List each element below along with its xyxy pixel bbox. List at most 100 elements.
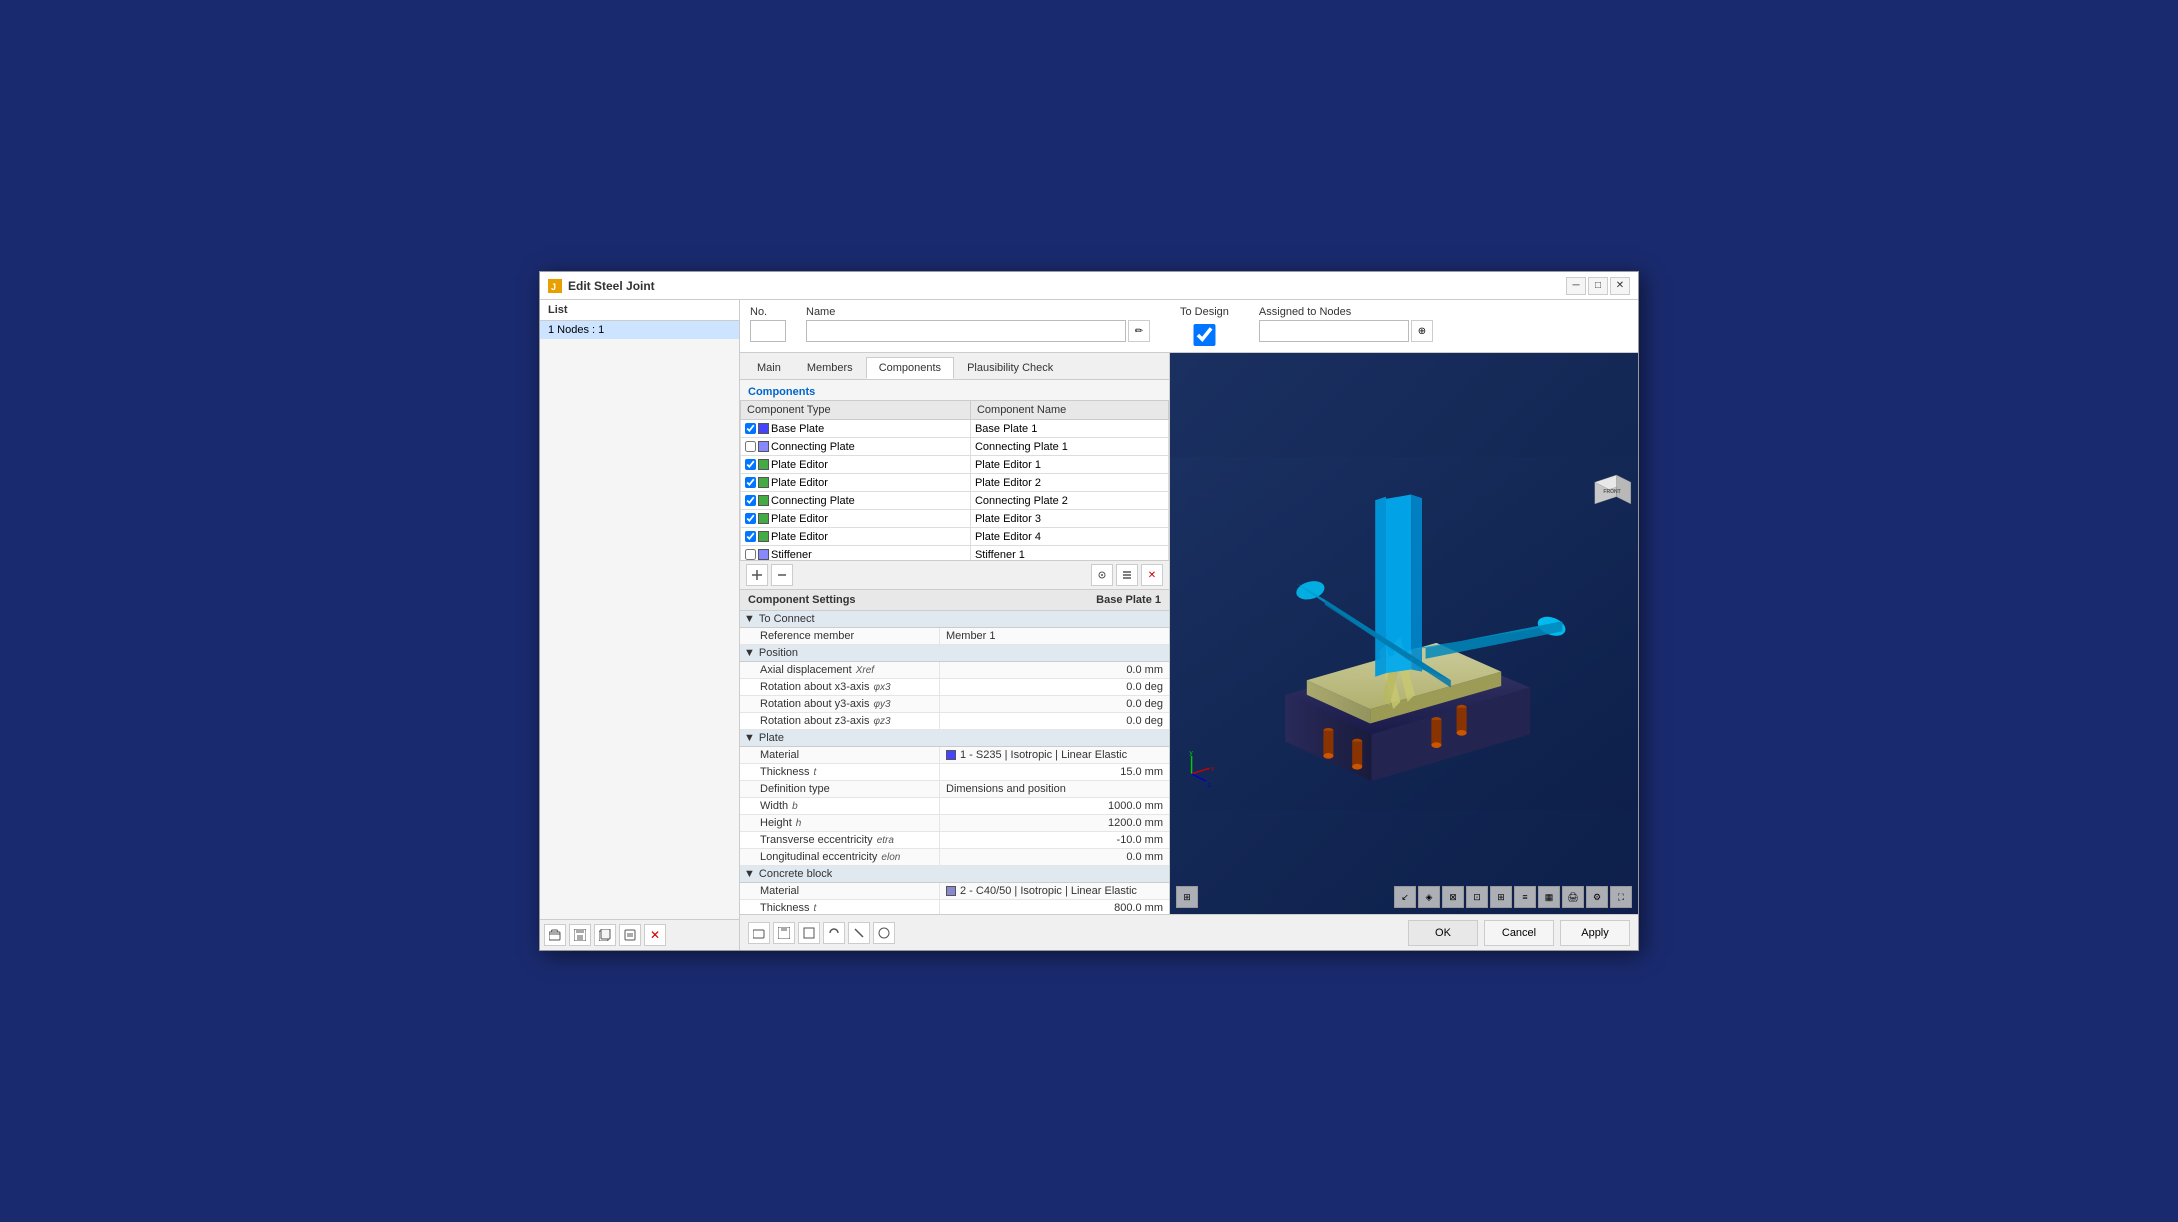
- comp-name-cell: Plate Editor 2: [970, 474, 1168, 492]
- bottom-btn-3[interactable]: [798, 922, 820, 944]
- settings-value[interactable]: 2 - C40/50 | Isotropic | Linear Elastic: [940, 883, 1169, 899]
- settings-section: ▼Position Axial displacement Xref 0.0 mm…: [740, 645, 1169, 730]
- settings-value[interactable]: 1 - S235 | Isotropic | Linear Elastic: [940, 747, 1169, 763]
- comp-checkbox[interactable]: [745, 513, 756, 524]
- settings-value[interactable]: 0.0 deg: [940, 713, 1169, 729]
- comp-checkbox[interactable]: [745, 441, 756, 452]
- section-title-row[interactable]: ▼To Connect: [740, 611, 1169, 628]
- comp-close-button[interactable]: ✕: [1141, 564, 1163, 586]
- section-title-row[interactable]: ▼Position: [740, 645, 1169, 662]
- settings-value[interactable]: 0.0 deg: [940, 696, 1169, 712]
- settings-value-text: 1000.0 mm: [1108, 800, 1163, 812]
- ok-button[interactable]: OK: [1408, 920, 1478, 946]
- settings-value[interactable]: Member 1: [940, 628, 1169, 644]
- settings-value-text: 2 - C40/50 | Isotropic | Linear Elastic: [960, 885, 1137, 897]
- bottom-btn-open[interactable]: [748, 922, 770, 944]
- settings-value[interactable]: 800.0 mm: [940, 900, 1169, 914]
- settings-value[interactable]: 0.0 mm: [940, 849, 1169, 865]
- to-design-label: To Design: [1180, 306, 1229, 318]
- view-btn-10[interactable]: ⛶: [1610, 886, 1632, 908]
- comp-checkbox[interactable]: [745, 495, 756, 506]
- assigned-input[interactable]: 1: [1259, 320, 1409, 342]
- view-btn-6[interactable]: ≡: [1514, 886, 1536, 908]
- paste-button[interactable]: [619, 924, 641, 946]
- tab-components[interactable]: Components: [866, 357, 954, 379]
- view-btn-1[interactable]: ↙: [1394, 886, 1416, 908]
- comp-add-button[interactable]: [746, 564, 768, 586]
- open-folder-button[interactable]: [544, 924, 566, 946]
- comp-delete-button[interactable]: [771, 564, 793, 586]
- viewport-btn-1[interactable]: ⊞: [1176, 886, 1198, 908]
- comp-checkbox[interactable]: [745, 531, 756, 542]
- settings-value[interactable]: Dimensions and position: [940, 781, 1169, 797]
- settings-value-text: 1 - S235 | Isotropic | Linear Elastic: [960, 749, 1127, 761]
- settings-value[interactable]: 0.0 deg: [940, 679, 1169, 695]
- assigned-pick-button[interactable]: ⊕: [1411, 320, 1433, 342]
- close-button[interactable]: ✕: [1610, 277, 1630, 295]
- edit-name-button[interactable]: ✏: [1128, 320, 1150, 342]
- comp-name-cell: Plate Editor 1: [970, 456, 1168, 474]
- settings-row: Definition type Dimensions and position: [740, 781, 1169, 798]
- settings-sym: Xref: [856, 665, 874, 676]
- table-row[interactable]: Plate Editor Plate Editor 1: [741, 456, 1169, 474]
- settings-row: Longitudinal eccentricity elon 0.0 mm: [740, 849, 1169, 866]
- bottom-btn-save[interactable]: [773, 922, 795, 944]
- section-title-row[interactable]: ▼Plate: [740, 730, 1169, 747]
- bottom-btn-6[interactable]: [873, 922, 895, 944]
- view-btn-7[interactable]: ▦: [1538, 886, 1560, 908]
- settings-value[interactable]: 0.0 mm: [940, 662, 1169, 678]
- delete-button[interactable]: ✕: [644, 924, 666, 946]
- editor-panel: Main Members Components Plausibility Che…: [740, 353, 1170, 914]
- table-row[interactable]: Stiffener Stiffener 1: [741, 546, 1169, 561]
- minimize-button[interactable]: ─: [1566, 277, 1586, 295]
- comp-more-button[interactable]: [1116, 564, 1138, 586]
- view-btn-9[interactable]: ⚙: [1586, 886, 1608, 908]
- settings-value[interactable]: 1000.0 mm: [940, 798, 1169, 814]
- table-row[interactable]: Base Plate Base Plate 1: [741, 420, 1169, 438]
- bottom-btn-5[interactable]: [848, 922, 870, 944]
- section-title-row[interactable]: ▼Concrete block: [740, 866, 1169, 883]
- material-swatch: [946, 750, 956, 760]
- comp-checkbox[interactable]: [745, 549, 756, 560]
- bottom-btn-4[interactable]: [823, 922, 845, 944]
- comp-color-swatch: [758, 495, 769, 506]
- view-btn-4[interactable]: ⊡: [1466, 886, 1488, 908]
- comp-checkbox[interactable]: [745, 477, 756, 488]
- view-btn-3[interactable]: ⊠: [1442, 886, 1464, 908]
- settings-value[interactable]: 1200.0 mm: [940, 815, 1169, 831]
- settings-value[interactable]: 15.0 mm: [940, 764, 1169, 780]
- svg-text:J: J: [551, 282, 556, 292]
- table-row[interactable]: Connecting Plate Connecting Plate 2: [741, 492, 1169, 510]
- comp-checkbox[interactable]: [745, 459, 756, 470]
- tab-plausibility[interactable]: Plausibility Check: [954, 357, 1066, 379]
- table-row[interactable]: Connecting Plate Connecting Plate 1: [741, 438, 1169, 456]
- table-row[interactable]: Plate Editor Plate Editor 2: [741, 474, 1169, 492]
- settings-value-text: 0.0 deg: [1126, 698, 1163, 710]
- table-row[interactable]: Plate Editor Plate Editor 3: [741, 510, 1169, 528]
- view-btn-2[interactable]: ◈: [1418, 886, 1440, 908]
- cancel-button[interactable]: Cancel: [1484, 920, 1554, 946]
- apply-button[interactable]: Apply: [1560, 920, 1630, 946]
- list-item[interactable]: 1 Nodes : 1: [540, 321, 739, 339]
- view-btn-5[interactable]: ⊞: [1490, 886, 1512, 908]
- settings-row: Thickness t 15.0 mm: [740, 764, 1169, 781]
- save-button[interactable]: [569, 924, 591, 946]
- table-row[interactable]: Plate Editor Plate Editor 4: [741, 528, 1169, 546]
- copy-button[interactable]: [594, 924, 616, 946]
- comp-checkbox[interactable]: [745, 423, 756, 434]
- comp-settings-button[interactable]: [1091, 564, 1113, 586]
- to-design-checkbox[interactable]: [1180, 324, 1229, 346]
- settings-label: Reference member: [740, 628, 940, 644]
- name-input[interactable]: Nodes : 1: [806, 320, 1126, 342]
- no-input[interactable]: 1: [750, 320, 786, 342]
- comp-type-label: Connecting Plate: [771, 495, 855, 507]
- tab-main[interactable]: Main: [744, 357, 794, 379]
- tab-members[interactable]: Members: [794, 357, 866, 379]
- settings-sym: b: [792, 801, 798, 812]
- maximize-button[interactable]: □: [1588, 277, 1608, 295]
- comp-type-label: Plate Editor: [771, 459, 828, 471]
- settings-value[interactable]: -10.0 mm: [940, 832, 1169, 848]
- viewport: x y z FRONT ⊞: [1170, 353, 1638, 914]
- col-component-name: Component Name: [970, 401, 1168, 420]
- view-btn-8[interactable]: 🖨: [1562, 886, 1584, 908]
